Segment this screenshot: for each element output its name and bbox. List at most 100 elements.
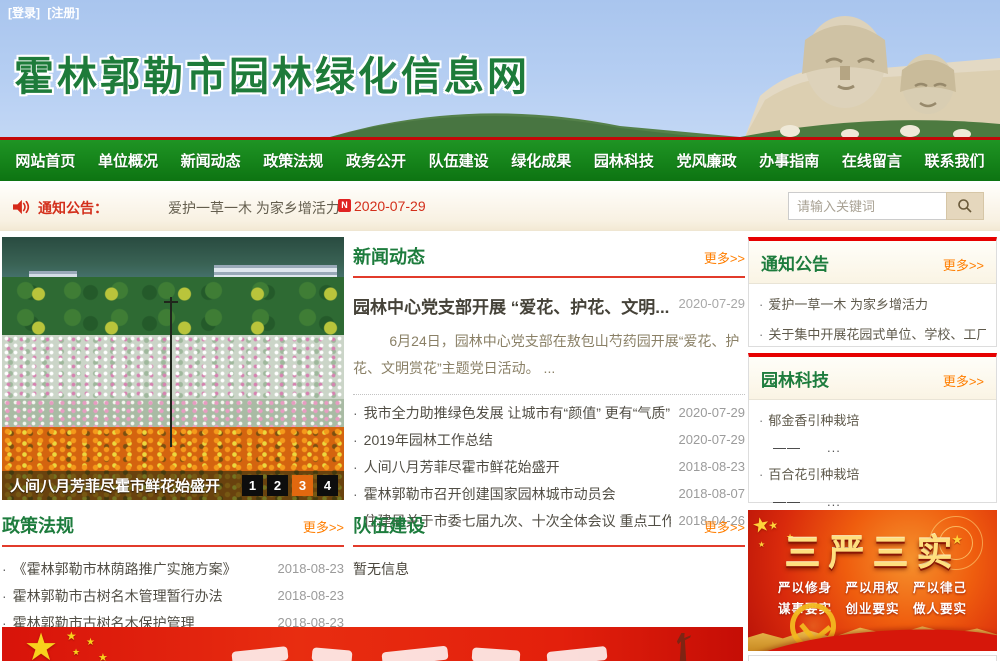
calligraphy-decoration <box>546 646 607 661</box>
policy-item-date: 2018-08-23 <box>278 561 345 576</box>
divider <box>353 545 745 547</box>
register-link[interactable]: [注册] <box>47 6 79 20</box>
news-item-title[interactable]: 我市全力助推绿色发展 让城市有“颜值” 更有“气质” <box>364 403 671 423</box>
bullet: · <box>759 467 763 482</box>
nav-item-home[interactable]: 网站首页 <box>7 150 83 171</box>
nav-item-about[interactable]: 单位概况 <box>90 150 166 171</box>
bullet: · <box>759 413 763 428</box>
photo-carousel[interactable]: 人间八月芳菲尽霍市鲜花始盛开 1 2 3 4 <box>2 237 344 500</box>
news-item-date: 2018-08-23 <box>679 459 746 474</box>
new-badge-icon: N <box>338 199 351 212</box>
news-list-item[interactable]: · 2019年园林工作总结 2020-07-29 <box>353 426 745 453</box>
login-link[interactable]: [登录] <box>8 6 40 20</box>
statue-silhouette <box>675 633 691 661</box>
policy-item-title[interactable]: 霍林郭勒市古树名木管理暂行办法 <box>13 586 270 606</box>
nav-item-gov-open[interactable]: 政务公开 <box>338 150 414 171</box>
bullet: · <box>353 459 358 475</box>
carousel-photo-trees <box>2 277 344 335</box>
pager-2[interactable]: 2 <box>267 475 288 496</box>
news-list-item[interactable]: · 我市全力助推绿色发展 让城市有“颜值” 更有“气质” 2020-07-29 <box>353 399 745 426</box>
nav-item-contact[interactable]: 联系我们 <box>917 150 993 171</box>
banner-slogan-line1: 严以修身 严以用权 严以律己 <box>748 577 997 596</box>
carousel-photo-pole <box>170 297 172 447</box>
team-section-title: 队伍建设 <box>353 512 425 538</box>
carousel-caption[interactable]: 人间八月芳菲尽霍市鲜花始盛开 <box>2 475 242 496</box>
news-item-title[interactable]: 人间八月芳菲尽霍市鲜花始盛开 <box>364 457 671 477</box>
bullet: · <box>2 561 7 577</box>
pager-3-active[interactable]: 3 <box>292 475 313 496</box>
tech-more-link[interactable]: 更多>> <box>943 371 984 390</box>
nav-item-team[interactable]: 队伍建设 <box>421 150 497 171</box>
featured-news[interactable]: 园林中心党支部开展 “爱花、护花、文明... 2020-07-29 <box>353 293 745 318</box>
nav-item-tech[interactable]: 园林科技 <box>586 150 662 171</box>
auth-links: [登录] [注册] <box>8 4 83 21</box>
notice-date: 2020-07-29 <box>354 198 426 214</box>
ribbon-decoration <box>748 621 997 651</box>
calligraphy-decoration <box>381 646 448 661</box>
nav-item-message[interactable]: 在线留言 <box>834 150 910 171</box>
news-item-title[interactable]: 2019年园林工作总结 <box>364 430 671 450</box>
pager-1[interactable]: 1 <box>242 475 263 496</box>
policy-section-title: 政策法规 <box>2 512 74 538</box>
sanyan-sanshi-banner[interactable]: ★★ ★ ★ ★ 三严三实 严以修身 严以用权 严以律己 谋事要实 创业要实 做… <box>748 510 997 651</box>
policy-item-date: 2018-08-23 <box>278 588 345 603</box>
news-item-date: 2018-08-07 <box>679 486 746 501</box>
tech-item[interactable]: ·百合花引种栽培 <box>759 460 986 490</box>
nav-item-guide[interactable]: 办事指南 <box>751 150 827 171</box>
carousel-pager: 1 2 3 4 <box>242 475 344 496</box>
search-button[interactable] <box>946 192 984 220</box>
bottom-banner[interactable]: ★ ★ ★ ★ ★ <box>2 627 743 661</box>
bottom-right-panel: 暂无信息 <box>748 655 997 661</box>
calligraphy-decoration <box>231 646 288 661</box>
notice-item[interactable]: ·关于集中开展花园式单位、学校、工厂... <box>759 320 986 350</box>
magnifier-icon <box>957 198 973 214</box>
news-item-title[interactable]: 霍林郭勒市召开创建国家园林城市动员会 <box>364 484 671 504</box>
news-list-item[interactable]: · 人间八月芳菲尽霍市鲜花始盛开 2018-08-23 <box>353 453 745 480</box>
nav-item-party[interactable]: 党风廉政 <box>669 150 745 171</box>
nav-item-greening[interactable]: 绿化成果 <box>503 150 579 171</box>
bullet: · <box>2 588 7 604</box>
tech-item[interactable]: ·郁金香引种栽培 <box>759 406 986 436</box>
bullet: · <box>353 405 358 421</box>
notice-item[interactable]: ·爱护一草一木 为家乡增活力 <box>759 290 986 320</box>
calligraphy-decoration <box>472 647 521 661</box>
news-section-title: 新闻动态 <box>353 243 425 269</box>
policy-item-title[interactable]: 《霍林郭勒市林荫路推广实施方案》 <box>13 559 270 579</box>
nav-item-policy[interactable]: 政策法规 <box>255 150 331 171</box>
star-icon: ★ <box>66 629 77 643</box>
featured-news-title[interactable]: 园林中心党支部开展 “爱花、护花、文明... <box>353 293 671 318</box>
news-section: 新闻动态 更多>> 园林中心党支部开展 “爱花、护花、文明... 2020-07… <box>353 243 745 534</box>
team-more-link[interactable]: 更多>> <box>704 517 745 536</box>
featured-news-summary: 6月24日，园林中心党支部在敖包山芍药园开展“爱花、护花、文明赏花”主题党日活动… <box>353 328 745 381</box>
site-header: [登录] [注册] 霍林郭勒市园林绿化信息网 <box>0 0 1000 137</box>
tech-panel: 园林科技 更多>> ·郁金香引种栽培 ——... ·百合花引种栽培 ——... <box>748 353 997 503</box>
star-icon: ★ <box>86 637 95 648</box>
featured-news-date: 2020-07-29 <box>679 293 746 311</box>
search-box <box>788 192 984 220</box>
bullet: · <box>759 327 763 342</box>
pager-4[interactable]: 4 <box>317 475 338 496</box>
notices-panel: 通知公告 更多>> ·爱护一草一木 为家乡增活力 ·关于集中开展花园式单位、学校… <box>748 237 997 347</box>
policy-more-link[interactable]: 更多>> <box>303 517 344 536</box>
star-icon: ★ <box>98 651 108 661</box>
notice-label: 通知公告： <box>38 198 108 218</box>
news-item-date: 2020-07-29 <box>679 405 746 420</box>
news-item-date: 2020-07-29 <box>679 432 746 447</box>
team-empty-text: 暂无信息 <box>353 559 745 579</box>
main-nav: 网站首页 单位概况 新闻动态 政策法规 政务公开 队伍建设 绿化成果 园林科技 … <box>0 137 1000 181</box>
news-list-item[interactable]: · 霍林郭勒市召开创建国家园林城市动员会 2018-08-07 <box>353 480 745 507</box>
news-more-link[interactable]: 更多>> <box>704 248 745 267</box>
carousel-caption-bar: 人间八月芳菲尽霍市鲜花始盛开 1 2 3 4 <box>2 471 344 500</box>
notices-more-link[interactable]: 更多>> <box>943 255 984 274</box>
search-input[interactable] <box>788 192 946 220</box>
bullet: · <box>353 486 358 502</box>
policy-list-item[interactable]: · 霍林郭勒市古树名木管理暂行办法 2018-08-23 <box>2 582 344 609</box>
divider <box>353 276 745 278</box>
divider <box>2 545 344 547</box>
policy-list-item[interactable]: · 《霍林郭勒市林荫路推广实施方案》 2018-08-23 <box>2 555 344 582</box>
calligraphy-decoration <box>311 647 352 661</box>
divider <box>353 394 745 395</box>
nav-item-news[interactable]: 新闻动态 <box>173 150 249 171</box>
notice-link[interactable]: 爱护一草一木 为家乡增活力 <box>168 198 340 218</box>
notices-panel-title: 通知公告 <box>761 250 829 275</box>
